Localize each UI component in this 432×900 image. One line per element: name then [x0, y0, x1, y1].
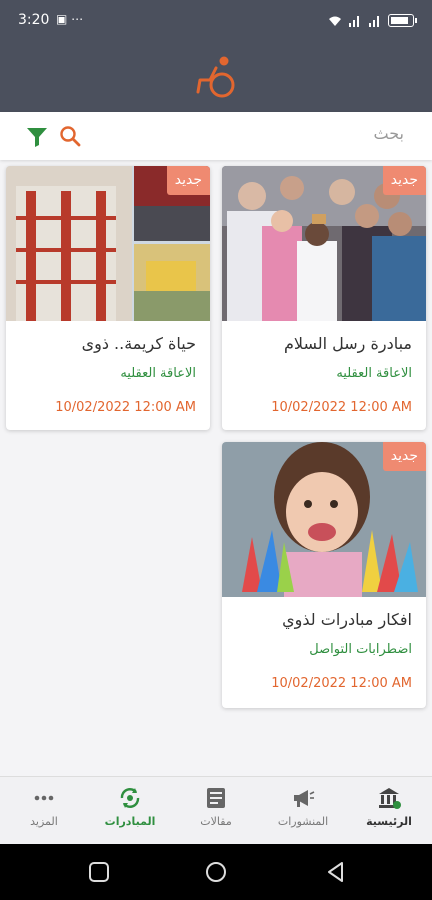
system-navigation-bar [0, 844, 432, 900]
filter-icon[interactable] [25, 125, 49, 149]
status-right-icons [328, 14, 417, 27]
card-title: حياة كريمة.. ذوى [81, 334, 196, 353]
nav-more-label: المزيد [30, 815, 58, 828]
wifi-icon [329, 16, 341, 26]
card-date: 10/02/2022 12:00 AM [271, 676, 412, 691]
nav-articles-label: مقالات [200, 815, 232, 828]
battery-icon [388, 14, 417, 27]
more-dots-icon [34, 795, 54, 801]
card-category: الاعاقة العقليه [120, 366, 196, 381]
notification-icons: ▣ ⋯ [56, 12, 84, 26]
status-bar: 3:20 ▣ ⋯ [0, 0, 432, 44]
article-icon [207, 788, 225, 808]
app-header [0, 44, 432, 112]
search-icon[interactable] [58, 124, 82, 148]
initiative-card[interactable]: جديد حياة كريمة.. ذوى الاعاقة العقليه 10… [6, 166, 210, 430]
card-image: جديد [222, 166, 426, 321]
back-icon[interactable] [324, 860, 348, 884]
signal-icon-2 [369, 15, 379, 27]
signal-icon [349, 15, 359, 27]
megaphone-icon [294, 790, 315, 807]
new-badge: جديد [382, 442, 426, 471]
recent-apps-icon[interactable] [87, 860, 111, 884]
nav-posts[interactable]: المنشورات [260, 785, 346, 828]
card-image: جديد [6, 166, 210, 321]
bottom-navigation: الرئيسية المنشورات مقالات المبادرات المز… [0, 776, 432, 844]
nav-initiatives[interactable]: المبادرات [87, 785, 173, 828]
initiative-card[interactable]: جديد مبادرة رسل السلام الاعاقة العقليه 1… [222, 166, 426, 430]
search-bar [0, 112, 432, 160]
nav-initiatives-label: المبادرات [104, 815, 156, 828]
status-time: 3:20 [18, 12, 50, 28]
card-date: 10/02/2022 12:00 AM [271, 400, 412, 415]
nav-home-label: الرئيسية [366, 815, 412, 828]
nav-articles[interactable]: مقالات [173, 785, 259, 828]
new-badge: جديد [166, 166, 210, 195]
home-circle-icon[interactable] [204, 860, 228, 884]
card-title: افكار مبادرات لذوي [282, 610, 412, 629]
card-date: 10/02/2022 12:00 AM [55, 400, 196, 415]
nav-home[interactable]: الرئيسية [346, 785, 432, 828]
home-institution-icon [379, 788, 401, 809]
card-category: الاعاقة العقليه [336, 366, 412, 381]
nav-posts-label: المنشورات [277, 815, 329, 828]
card-title: مبادرة رسل السلام [284, 334, 412, 353]
app-logo-icon [196, 56, 235, 98]
new-badge: جديد [382, 166, 426, 195]
card-image: جديد [222, 442, 426, 597]
card-category: اضطرابات التواصل [309, 642, 412, 657]
initiatives-icon [120, 788, 140, 808]
initiative-card[interactable]: جديد افكار مبادرات لذوي اضطرابات التواصل… [222, 442, 426, 708]
nav-more[interactable]: المزيد [1, 785, 87, 828]
search-input[interactable] [144, 124, 404, 143]
